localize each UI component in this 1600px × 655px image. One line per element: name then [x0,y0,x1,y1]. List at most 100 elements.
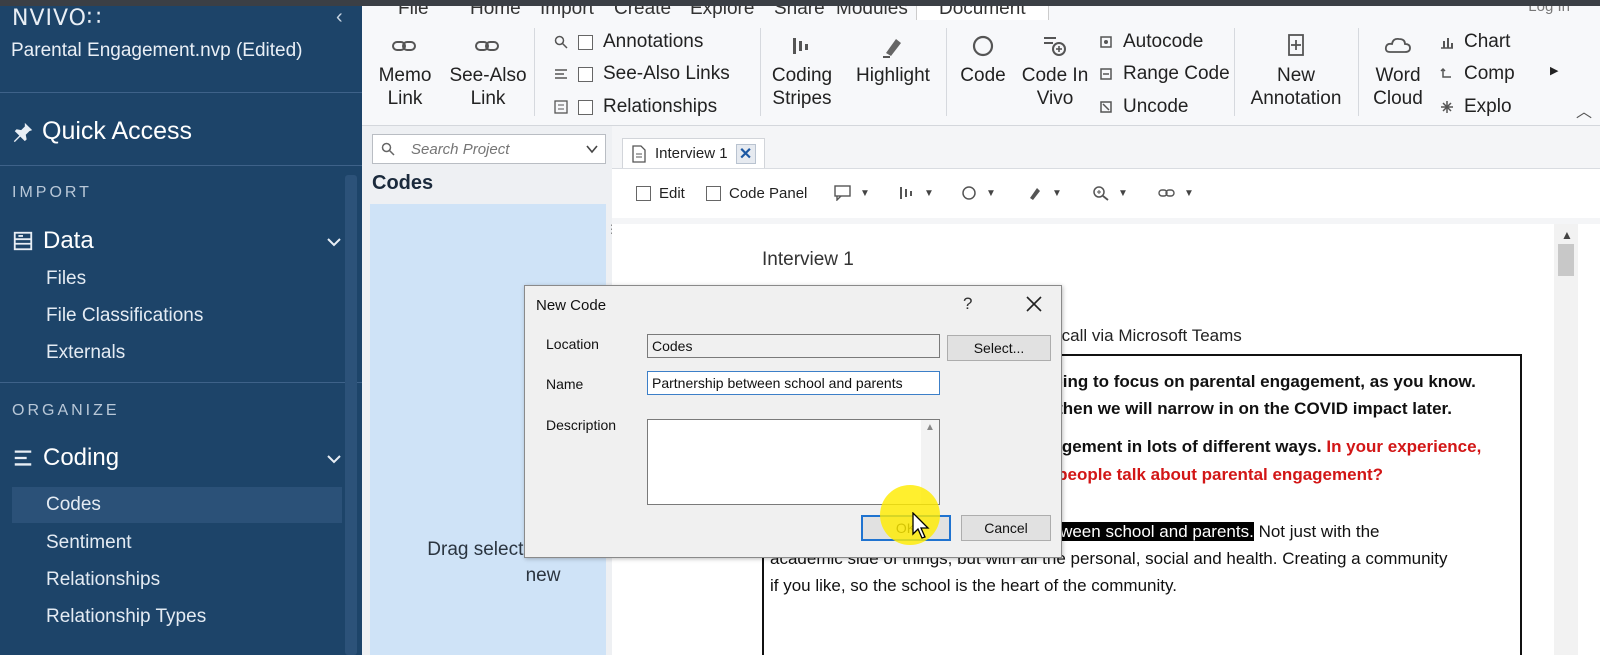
chevron-down-icon[interactable] [585,142,599,156]
coding-group-label: Coding [43,444,120,471]
uncode-label: Uncode [1123,96,1189,117]
mouse-pointer-icon [912,512,930,539]
ribbon-overflow-arrow[interactable]: ▶ [1550,64,1558,77]
app-logo: NVIVO∷ [12,6,102,31]
explore-button[interactable]: Explo [1440,96,1512,118]
nav-item-externals[interactable]: Externals [46,342,125,364]
project-name: Parental Engagement.nvp (Edited) [11,40,303,61]
explore-icon [1441,101,1453,113]
tab-share[interactable]: Share [774,6,825,20]
highlight-menu[interactable]: ▼ [1026,185,1062,201]
ribbon-divider [1358,28,1359,116]
annotations-checkbox[interactable] [578,34,593,50]
ribbon-divider [946,28,947,116]
word-cloud-icon [1384,37,1411,53]
code-button[interactable]: Code [948,28,1018,87]
cancel-button[interactable]: Cancel [961,515,1051,541]
chart-label: Chart [1464,31,1511,52]
annotations-label: Annotations [603,31,704,52]
document-scrollbar[interactable]: ▲ [1554,224,1578,655]
code-panel-label: Code Panel [729,185,808,202]
scroll-thumb[interactable] [1558,244,1574,276]
data-group-label: Data [43,227,94,254]
range-code-label: Range Code [1123,63,1230,84]
ribbon-divider [534,28,535,116]
code-panel-toggle[interactable]: Code Panel [706,185,807,202]
tab-document[interactable]: Document [916,6,1049,20]
new-annotation-button[interactable]: New Annotation [1240,28,1352,110]
see-also-link-label: See-Also Link [449,65,527,109]
new-annotation-icon [1288,34,1304,56]
code-in-vivo-button[interactable]: Code In Vivo [1020,28,1090,110]
see-also-links-toggle[interactable]: See-Also Links [554,63,730,85]
quick-access-link[interactable]: Quick Access [12,117,192,146]
zoom-menu[interactable]: ▼ [1092,185,1128,201]
code-panel-checkbox[interactable] [706,186,721,201]
edit-checkbox[interactable] [636,186,651,201]
word-cloud-label: Word Cloud [1373,65,1423,109]
coding-list-icon [14,450,32,466]
codes-panel-title: Codes [372,172,434,194]
search-project-box[interactable] [372,134,606,164]
word-cloud-button[interactable]: Word Cloud [1362,28,1434,110]
see-also-link-button[interactable]: See-Also Link [448,28,528,110]
zoom-icon [1093,186,1109,201]
nav-item-sentiment[interactable]: Sentiment [46,532,132,554]
close-icon[interactable] [1023,293,1045,315]
relationships-toggle[interactable]: Relationships [554,96,717,118]
compare-button[interactable]: Comp [1440,63,1515,85]
memo-link-button[interactable]: Memo Link [370,28,440,110]
coding-group[interactable]: Coding [12,444,119,472]
edit-toggle[interactable]: Edit [636,185,685,202]
tab-home[interactable]: Home [470,6,521,20]
tab-explore[interactable]: Explore [690,6,754,20]
nav-item-relationship-types[interactable]: Relationship Types [46,606,206,628]
uncode-button[interactable]: Uncode [1099,96,1189,118]
nav-scrollbar[interactable] [345,175,357,655]
nav-item-file-classifications[interactable]: File Classifications [46,305,203,327]
code-circle-icon [972,35,994,57]
name-label: Name [546,376,584,392]
see-also-links-label: See-Also Links [603,63,730,84]
annotations-toggle[interactable]: Annotations [554,31,703,53]
tab-file[interactable]: File [398,6,429,20]
chevron-down-icon[interactable] [325,453,343,465]
range-code-button[interactable]: Range Code [1099,63,1230,85]
link-menu[interactable]: ▼ [1158,185,1194,201]
ribbon-collapse-button[interactable]: ︿ [1576,98,1592,122]
coding-stripes-menu[interactable]: ▼ [898,185,934,201]
select-location-button[interactable]: Select... [947,335,1051,361]
annotation-menu[interactable]: ▼ [834,185,870,201]
tab-import[interactable]: Import [540,6,594,20]
autocode-icon [1100,36,1112,48]
nav-item-relationships[interactable]: Relationships [46,569,160,591]
collapse-nav-button[interactable]: ‹ [336,6,343,29]
relationships-checkbox[interactable] [578,99,593,115]
highlighter-icon [883,39,901,58]
help-button[interactable]: ? [963,294,972,314]
data-group[interactable]: Data [12,227,94,255]
scroll-up-arrow[interactable]: ▲ [1561,228,1573,242]
nav-item-codes[interactable]: Codes [12,487,342,523]
highlight-button[interactable]: Highlight [846,28,940,87]
close-tab-button[interactable]: ✕ [735,143,756,164]
code-menu[interactable]: ▼ [960,185,996,201]
autocode-button[interactable]: Autocode [1099,31,1203,53]
nav-item-files[interactable]: Files [46,268,86,290]
document-meta-line: eo call via Microsoft Teams [1038,326,1242,345]
chevron-down-icon[interactable] [325,236,343,248]
tab-modules[interactable]: Modules [836,6,908,20]
document-tab[interactable]: Interview 1 ✕ [622,138,765,168]
compare-icon [1440,67,1451,78]
description-label: Description [546,417,617,433]
import-section-label: IMPORT [12,184,92,201]
new-code-dialog: New Code ? Location Codes Select... Name… [524,285,1062,558]
coding-stripes-button[interactable]: Coding Stripes [764,28,840,110]
chart-button[interactable]: Chart [1440,31,1510,53]
search-input[interactable] [411,140,571,158]
name-field[interactable]: Partnership between school and parents [647,371,940,395]
drag-hint-line: new [525,565,561,586]
login-link[interactable]: Log In [1528,6,1570,15]
see-also-links-checkbox[interactable] [578,66,593,82]
tab-create[interactable]: Create [614,6,671,20]
